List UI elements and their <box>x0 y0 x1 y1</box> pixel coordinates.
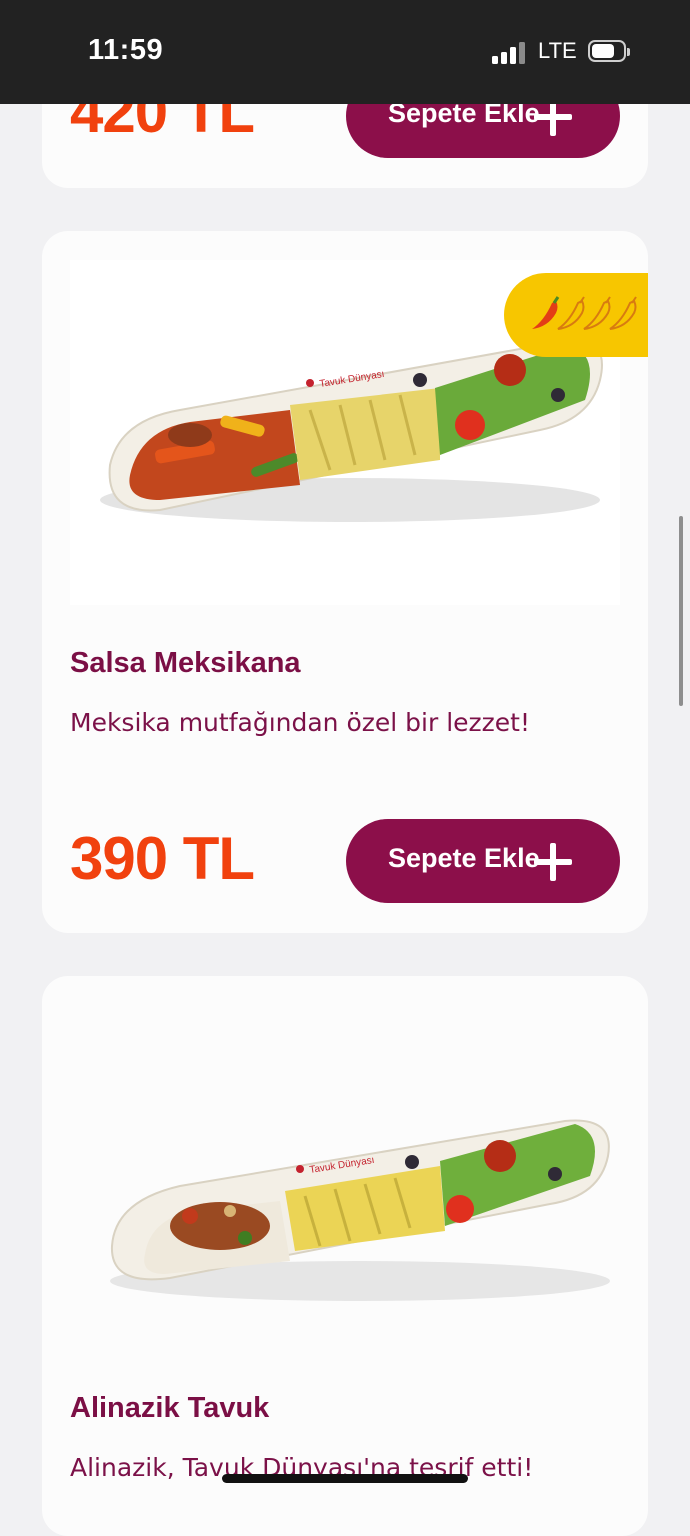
product-description: Meksika mutfağından özel bir lezzet! <box>70 708 530 737</box>
scrollbar[interactable] <box>679 516 683 706</box>
chili-pepper-icons <box>532 296 637 330</box>
product-title: Salsa Meksikana <box>70 647 301 679</box>
chili-pepper-icon <box>609 296 637 330</box>
status-bar: 11:59 LTE <box>0 0 690 104</box>
product-card[interactable]: Tavuk Dünyası Salsa Meksikana Meksika mu… <box>42 231 648 933</box>
plus-icon <box>534 843 572 881</box>
home-indicator[interactable] <box>222 1474 468 1483</box>
spice-level-badge <box>504 273 648 357</box>
battery-icon <box>588 40 630 62</box>
signal-icon <box>492 42 525 64</box>
product-title: Alinazik Tavuk <box>70 1392 270 1424</box>
network-label: LTE <box>538 38 577 63</box>
product-image: Tavuk Dünyası <box>70 1006 620 1346</box>
add-to-cart-label: Sepete Ekle <box>388 843 540 873</box>
food-platter-image: Tavuk Dünyası <box>110 1119 610 1301</box>
product-card[interactable]: Tavuk Dünyası Alinazik Tavuk Alinazik, T… <box>42 976 648 1536</box>
product-price: 390 TL <box>70 825 255 892</box>
add-to-cart-button[interactable]: Sepete Ekle <box>346 819 620 903</box>
status-time: 11:59 <box>88 34 164 66</box>
chili-pepper-icon <box>532 296 560 329</box>
chili-pepper-icon <box>557 296 585 330</box>
chili-pepper-icon <box>583 296 611 330</box>
